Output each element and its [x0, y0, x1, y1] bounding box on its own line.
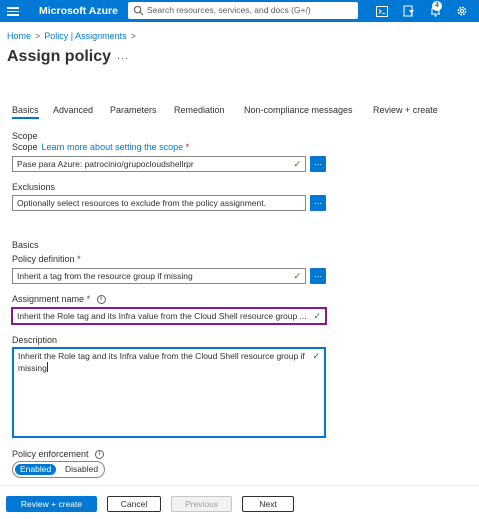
scope-field[interactable]: Pase para Azure: patrocinio/grupocloudsh… [12, 156, 306, 172]
previous-button[interactable]: Previous [171, 496, 232, 512]
description-textarea[interactable]: Inherit the Role tag and its Infra value… [12, 347, 326, 438]
check-icon: ✓ [293, 271, 301, 281]
scope-value: Pase para Azure: patrocinio/grupocloudsh… [17, 159, 194, 169]
basics-section-title: Basics [12, 240, 39, 250]
description-value: Inherit the Role tag and its Infra value… [18, 351, 305, 373]
menu-icon[interactable] [0, 0, 28, 22]
check-icon: ✓ [313, 311, 321, 321]
tab-non-compliance-messages[interactable]: Non-compliance messages [244, 105, 353, 115]
breadcrumb: Home > Policy | Assignments > [7, 31, 140, 41]
search-placeholder: Search resources, services, and docs (G+… [147, 5, 311, 15]
text-cursor [46, 362, 48, 372]
enforcement-disabled-option[interactable]: Disabled [60, 464, 103, 475]
policy-definition-browse-button[interactable]: ... [310, 268, 326, 284]
scope-label-text: Scope [12, 142, 38, 152]
required-mark: * [77, 254, 81, 264]
required-mark: * [86, 294, 91, 304]
policy-enforcement-toggle[interactable]: Enabled Disabled [12, 461, 105, 478]
info-icon[interactable]: i [96, 295, 106, 305]
review-create-button[interactable]: Review + create [6, 496, 97, 512]
policy-definition-label: Policy definition * [12, 254, 81, 264]
policy-definition-value: Inherit a tag from the resource group if… [17, 271, 193, 281]
footer-divider [0, 485, 479, 486]
page-title: Assign policy [7, 48, 112, 65]
global-search-input[interactable]: Search resources, services, and docs (G+… [128, 2, 358, 19]
policy-enforcement-label-text: Policy enforcement [12, 449, 89, 459]
breadcrumb-home[interactable]: Home [7, 31, 31, 41]
breadcrumb-separator: > [130, 31, 136, 41]
scope-label: Scope Learn more about setting the scope … [12, 142, 189, 152]
assignment-name-label-text: Assignment name [12, 294, 85, 304]
directory-filter-icon[interactable] [397, 0, 421, 22]
more-options-icon[interactable]: ... [117, 50, 129, 62]
settings-icon[interactable] [450, 0, 474, 22]
description-label: Description [12, 335, 58, 345]
assignment-name-input[interactable]: Inherit the Role tag and its Infra value… [11, 307, 327, 325]
info-icon[interactable]: i [95, 450, 105, 460]
check-icon: ✓ [312, 351, 320, 361]
assignment-name-label: Assignment name * i [12, 294, 106, 305]
tab-advanced[interactable]: Advanced [53, 105, 93, 115]
cloud-shell-icon[interactable] [370, 0, 394, 22]
policy-definition-field[interactable]: Inherit a tag from the resource group if… [12, 268, 306, 284]
breadcrumb-separator: > [35, 31, 41, 41]
cancel-button[interactable]: Cancel [107, 496, 161, 512]
brand-title[interactable]: Microsoft Azure [39, 5, 118, 17]
exclusions-value: Optionally select resources to exclude f… [17, 198, 266, 208]
breadcrumb-policy-assignments[interactable]: Policy | Assignments [44, 31, 126, 41]
exclusions-label: Exclusions [12, 182, 56, 192]
policy-definition-label-text: Policy definition [12, 254, 75, 264]
tab-basics[interactable]: Basics [12, 105, 39, 119]
tab-review-create[interactable]: Review + create [373, 105, 438, 115]
scope-section-title: Scope [12, 131, 38, 141]
tab-parameters[interactable]: Parameters [110, 105, 157, 115]
search-icon [133, 5, 144, 16]
exclusions-browse-button[interactable]: ... [310, 195, 326, 211]
next-button[interactable]: Next [242, 496, 294, 512]
policy-enforcement-label: Policy enforcement i [12, 449, 105, 460]
check-icon: ✓ [293, 159, 301, 169]
required-mark: * [185, 142, 190, 152]
tab-remediation[interactable]: Remediation [174, 105, 225, 115]
enforcement-enabled-option[interactable]: Enabled [15, 464, 57, 475]
scope-browse-button[interactable]: ... [310, 156, 326, 172]
top-bar: Microsoft Azure Search resources, servic… [0, 0, 479, 22]
assignment-name-value: Inherit the Role tag and its Infra value… [17, 311, 307, 321]
notifications-badge: 4 [432, 1, 442, 11]
exclusions-field[interactable]: Optionally select resources to exclude f… [12, 195, 306, 211]
scope-learn-more-link[interactable]: Learn more about setting the scope [42, 142, 184, 152]
